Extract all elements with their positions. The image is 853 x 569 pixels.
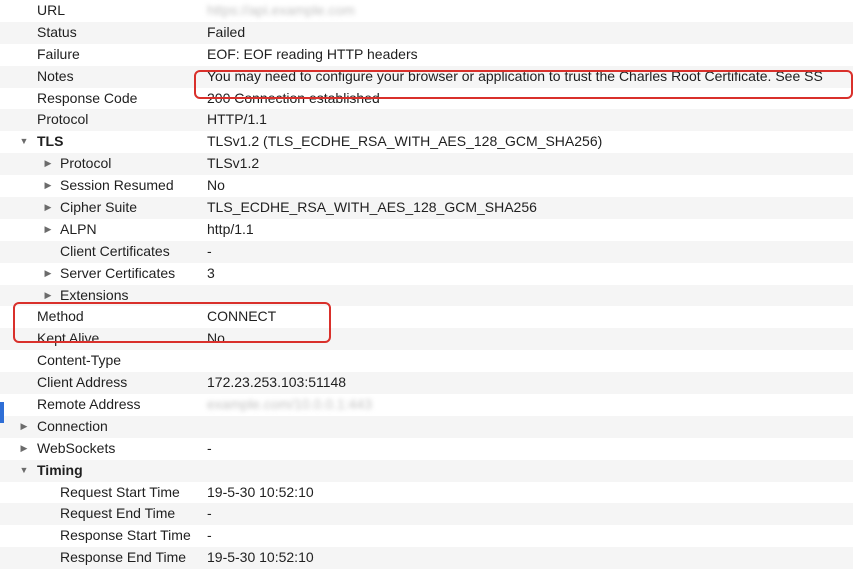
property-row-protocol-5[interactable]: Protocol HTTP/1.1 xyxy=(0,109,853,132)
property-name: Remote Address xyxy=(37,396,141,413)
property-name: TLS xyxy=(37,133,64,150)
property-name: ALPN xyxy=(60,220,97,237)
property-name: Response End Time xyxy=(60,549,187,566)
property-name: Kept Alive xyxy=(37,330,100,347)
disclosure-collapsed-icon[interactable]: ▶ xyxy=(42,175,54,197)
property-row-kept-alive-15[interactable]: Kept Alive No xyxy=(0,328,853,351)
disclosure-collapsed-icon[interactable]: ▶ xyxy=(42,285,54,307)
property-name: Connection xyxy=(37,417,108,434)
property-row-session-resumed-8[interactable]: ▶ Session Resumed No xyxy=(0,175,853,198)
property-name: Cipher Suite xyxy=(60,199,138,216)
property-name: Request Start Time xyxy=(60,483,180,500)
property-value: http/1.1 xyxy=(207,220,254,237)
property-row-status-1[interactable]: Status Failed xyxy=(0,21,853,44)
property-row-content-type-16[interactable]: Content-Type xyxy=(0,350,853,373)
disclosure-collapsed-icon[interactable]: ▶ xyxy=(18,416,30,438)
property-value: 200 Connection established xyxy=(207,89,380,106)
property-row-request-end-time-23[interactable]: Request End Time - xyxy=(0,503,853,526)
property-value: 19-5-30 10:52:10 xyxy=(207,549,314,566)
property-name: Client Address xyxy=(37,374,128,391)
property-row-url-0[interactable]: URL https://api.example.com xyxy=(0,0,853,22)
property-value: You may need to configure your browser o… xyxy=(207,67,823,84)
property-row-failure-2[interactable]: Failure EOF: EOF reading HTTP headers xyxy=(0,43,853,66)
property-value: Failed xyxy=(207,23,246,40)
property-name: Method xyxy=(37,308,84,325)
property-name: Protocol xyxy=(60,155,112,172)
disclosure-expanded-icon[interactable]: ▼ xyxy=(18,460,30,482)
property-value: - xyxy=(207,527,212,544)
property-row-alpn-10[interactable]: ▶ ALPN http/1.1 xyxy=(0,218,853,241)
property-name: Request End Time xyxy=(60,505,176,522)
property-name: Server Certificates xyxy=(60,264,176,281)
property-name: Extensions xyxy=(60,286,129,303)
property-row-connection-19[interactable]: ▶ Connection xyxy=(0,415,853,438)
property-row-extensions-13[interactable]: ▶ Extensions xyxy=(0,284,853,307)
property-value: example.com/10.0.0.1:443 xyxy=(207,396,372,413)
property-row-cipher-suite-9[interactable]: ▶ Cipher Suite TLS_ECDHE_RSA_WITH_AES_128_… xyxy=(0,197,853,219)
disclosure-collapsed-icon[interactable]: ▶ xyxy=(42,219,54,241)
property-row-remote-address-18[interactable]: Remote Address example.com/10.0.0.1:443 xyxy=(0,394,853,416)
property-row-method-14[interactable]: Method CONNECT xyxy=(0,306,853,329)
disclosure-collapsed-icon[interactable]: ▶ xyxy=(42,153,54,175)
property-row-notes-3[interactable]: Notes You may need to configure your brow… xyxy=(0,65,853,88)
property-value: - xyxy=(207,242,212,259)
disclosure-collapsed-icon[interactable]: ▶ xyxy=(42,263,54,285)
property-name: Timing xyxy=(37,461,83,478)
property-value: 19-5-30 10:52:10 xyxy=(207,483,314,500)
property-value: - xyxy=(207,505,212,522)
property-name: Protocol xyxy=(37,111,89,128)
property-value: HTTP/1.1 xyxy=(207,111,267,128)
disclosure-expanded-icon[interactable]: ▼ xyxy=(18,131,30,153)
property-row-response-code-4[interactable]: Response Code 200 Connection established xyxy=(0,87,853,110)
property-value: TLSv1.2 (TLS_ECDHE_RSA_WITH_AES_128_GCM_… xyxy=(207,133,603,150)
property-name: Client Certificates xyxy=(60,242,170,259)
property-name: Content-Type xyxy=(37,352,122,369)
property-value: TLSv1.2 xyxy=(207,155,260,172)
property-row-server-certificates-12[interactable]: ▶ Server Certificates 3 xyxy=(0,262,853,285)
property-value: CONNECT xyxy=(207,308,277,325)
property-value: https://api.example.com xyxy=(207,2,355,18)
property-name: WebSockets xyxy=(37,439,116,456)
property-row-timing-21[interactable]: ▼ Timing xyxy=(0,459,853,482)
disclosure-collapsed-icon[interactable]: ▶ xyxy=(42,197,54,219)
property-row-tls-6[interactable]: ▼ TLS TLSv1.2 (TLS_ECDHE_RSA_WITH_AES_128_… xyxy=(0,131,853,154)
property-value: TLS_ECDHE_RSA_WITH_AES_128_GCM_SHA256 xyxy=(207,199,537,216)
property-row-protocol-7[interactable]: ▶ Protocol TLSv1.2 xyxy=(0,153,853,176)
property-row-websockets-20[interactable]: ▶ WebSockets - xyxy=(0,437,853,460)
property-name: Response Start Time xyxy=(60,527,191,544)
selection-marker xyxy=(0,402,4,423)
property-row-request-start-time-22[interactable]: Request Start Time 19-5-30 10:52:10 xyxy=(0,481,853,504)
property-row-response-end-time-25[interactable]: Response End Time 19-5-30 10:52:10 xyxy=(0,547,853,569)
property-name: URL xyxy=(37,2,66,18)
property-name: Response Code xyxy=(37,89,138,106)
properties-table: URL https://api.example.com Status Failed Fa… xyxy=(0,0,853,569)
property-value: - xyxy=(207,439,212,456)
disclosure-collapsed-icon[interactable]: ▶ xyxy=(18,438,30,460)
property-row-client-address-17[interactable]: Client Address 172.23.253.103:51148 xyxy=(0,372,853,395)
property-row-response-start-time-24[interactable]: Response Start Time - xyxy=(0,525,853,548)
property-name: Session Resumed xyxy=(60,177,174,194)
property-value: 172.23.253.103:51148 xyxy=(207,374,347,391)
property-row-client-certificates-11[interactable]: Client Certificates - xyxy=(0,240,853,263)
property-value: EOF: EOF reading HTTP headers xyxy=(207,45,418,62)
property-name: Failure xyxy=(37,45,80,62)
property-value: No xyxy=(207,330,225,347)
property-value: No xyxy=(207,177,225,194)
property-value: 3 xyxy=(207,264,215,281)
property-name: Status xyxy=(37,23,77,40)
property-name: Notes xyxy=(37,67,74,84)
